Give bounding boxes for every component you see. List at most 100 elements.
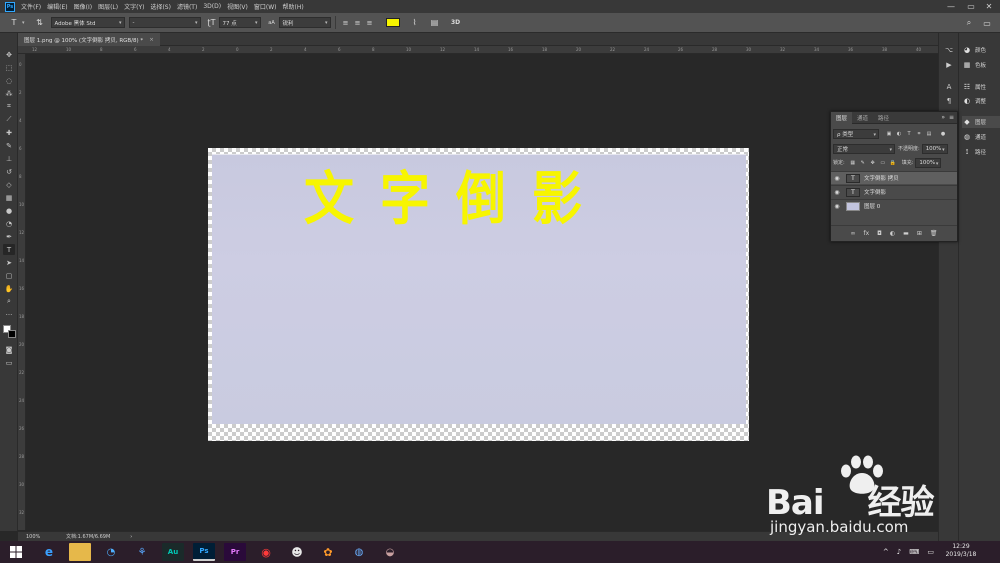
- history-brush-icon[interactable]: ↺: [3, 166, 15, 177]
- browser-icon[interactable]: ◔: [100, 543, 122, 561]
- layer-filter-select[interactable]: ρ 类型 ▾: [833, 128, 879, 139]
- dock-adjustments[interactable]: ◐ 调整: [962, 95, 1000, 107]
- tab-channels[interactable]: 通道: [852, 112, 873, 124]
- quick-mask-icon[interactable]: ◙: [3, 344, 15, 355]
- photoshop-logo[interactable]: Ps: [5, 1, 15, 12]
- filter-type-icon[interactable]: T: [905, 130, 913, 138]
- lock-all-icon[interactable]: 🔒: [889, 159, 897, 167]
- background-color-swatch[interactable]: [8, 330, 16, 338]
- stamp-tool-icon[interactable]: ⊥: [3, 153, 15, 164]
- close-tab-icon[interactable]: ×: [149, 37, 154, 43]
- character-panel-icon[interactable]: ▤: [428, 16, 442, 30]
- layer-name[interactable]: 图层 0: [864, 202, 880, 210]
- maximize-button[interactable]: ▭: [962, 0, 980, 13]
- menu-select[interactable]: 选择(S): [150, 2, 171, 11]
- align-center-icon[interactable]: ≡: [352, 16, 364, 30]
- marquee-tool-icon[interactable]: ⬚: [3, 62, 15, 73]
- notification-icon[interactable]: ▭: [927, 548, 934, 556]
- app-icon[interactable]: ◍: [348, 543, 370, 561]
- visibility-eye-icon[interactable]: ◉: [831, 175, 843, 182]
- qq-icon[interactable]: ☻: [286, 543, 308, 561]
- quick-select-tool-icon[interactable]: ⁂: [3, 88, 15, 99]
- start-button[interactable]: [6, 543, 26, 561]
- align-right-icon[interactable]: ≡: [364, 16, 376, 30]
- premiere-app-icon[interactable]: Pr: [224, 543, 246, 561]
- filter-toggle-icon[interactable]: ●: [939, 130, 947, 138]
- audition-app-icon[interactable]: Au: [162, 543, 184, 561]
- dock-swatches[interactable]: ▦ 色板: [962, 59, 1000, 71]
- more-tools-icon[interactable]: ···: [3, 309, 15, 320]
- dodge-tool-icon[interactable]: ◔: [3, 218, 15, 229]
- brush-tool-icon[interactable]: ✎: [3, 140, 15, 151]
- font-style-select[interactable]: - ▾: [128, 17, 201, 28]
- photoshop-app-icon[interactable]: Ps: [193, 543, 215, 561]
- link-icon[interactable]: ∞: [851, 230, 856, 237]
- warp-text-icon[interactable]: ⌇: [408, 16, 422, 30]
- keyboard-icon[interactable]: ⌨: [909, 548, 919, 556]
- shape-tool-icon[interactable]: ▢: [3, 270, 15, 281]
- folder-icon[interactable]: ▬: [903, 230, 909, 237]
- menu-view[interactable]: 视图(V): [227, 2, 248, 11]
- filter-shape-icon[interactable]: ⌗: [915, 130, 923, 138]
- media-app-icon[interactable]: ◒: [379, 543, 401, 561]
- layer-item[interactable]: ◉ T 文字倒影: [831, 185, 957, 198]
- lock-artboard-icon[interactable]: ▭: [879, 159, 887, 167]
- file-explorer-icon[interactable]: [69, 543, 91, 561]
- taskbar-clock[interactable]: 12:29 2019/3/18: [938, 543, 984, 561]
- lock-pixels-icon[interactable]: ✎: [859, 159, 867, 167]
- filter-adjust-icon[interactable]: ◐: [895, 130, 903, 138]
- uc-browser-icon[interactable]: ✿: [317, 543, 339, 561]
- workspace-icon[interactable]: ▭: [980, 16, 994, 30]
- cloud-drive-icon[interactable]: ⚘: [131, 543, 153, 561]
- mask-icon[interactable]: ◘: [877, 230, 882, 237]
- font-family-select[interactable]: Adobe 黑体 Std ▾: [50, 17, 125, 28]
- menu-file[interactable]: 文件(F): [21, 2, 41, 11]
- play-actions-icon[interactable]: ▶: [943, 60, 955, 70]
- align-left-icon[interactable]: ≡: [340, 16, 352, 30]
- 3d-button[interactable]: 3D: [448, 16, 464, 30]
- trash-icon[interactable]: 🗑: [930, 230, 938, 237]
- opacity-input[interactable]: 100% ▾: [921, 143, 948, 154]
- type-tool-preset[interactable]: T: [6, 16, 22, 30]
- menu-edit[interactable]: 编辑(E): [47, 2, 67, 11]
- dock-channels[interactable]: ◍ 通道: [962, 131, 1000, 143]
- history-icon[interactable]: ⌥: [943, 45, 955, 55]
- netease-music-icon[interactable]: ◉: [255, 543, 277, 561]
- canvas-text-layer[interactable]: 文字倒影: [304, 170, 608, 228]
- close-window-button[interactable]: ✕: [980, 0, 998, 13]
- tray-expand-icon[interactable]: ^: [883, 548, 889, 556]
- screen-mode-icon[interactable]: ▭: [3, 357, 15, 368]
- menu-layer[interactable]: 图层(L): [98, 2, 118, 11]
- path-select-tool-icon[interactable]: ➤: [3, 257, 15, 268]
- hand-tool-icon[interactable]: ✋: [3, 283, 15, 294]
- eraser-tool-icon[interactable]: ◇: [3, 179, 15, 190]
- adjustment-icon[interactable]: ◐: [890, 230, 895, 237]
- fill-input[interactable]: 100% ▾: [915, 157, 942, 168]
- menu-filter[interactable]: 滤镜(T): [177, 2, 197, 11]
- lock-transparency-icon[interactable]: ▦: [849, 159, 857, 167]
- blend-mode-select[interactable]: 正常 ▾: [833, 143, 895, 154]
- visibility-eye-icon[interactable]: ◉: [831, 189, 843, 196]
- healing-tool-icon[interactable]: ✚: [3, 127, 15, 138]
- menu-3d[interactable]: 3D(D): [203, 3, 221, 10]
- horizontal-ruler[interactable]: 12 10 8 6 4 2 0 2 4 6 8 10 12 14 16 18 20 22 24 26 28 30 32 34 3…: [18, 46, 938, 54]
- move-tool-icon[interactable]: ✥: [3, 49, 15, 60]
- document-canvas[interactable]: 文字倒影: [208, 148, 749, 441]
- lasso-tool-icon[interactable]: ◌: [3, 75, 15, 86]
- filter-pixel-icon[interactable]: ▣: [885, 130, 893, 138]
- layer-item[interactable]: ◉ T 文字倒影 拷贝: [831, 171, 957, 184]
- document-tab[interactable]: 图层 1.png @ 100% (文字倒影 拷贝, RGB/8) * ×: [18, 33, 160, 46]
- tab-layers[interactable]: 图层: [831, 111, 853, 124]
- fx-icon[interactable]: fx: [864, 230, 870, 237]
- zoom-tool-icon[interactable]: ⌕: [3, 296, 15, 307]
- crop-tool-icon[interactable]: ⌗: [3, 101, 15, 112]
- panel-menu-icon[interactable]: ≡: [949, 114, 954, 121]
- search-icon[interactable]: ⌕: [962, 16, 976, 30]
- layer-name[interactable]: 文字倒影: [864, 188, 886, 196]
- zoom-level[interactable]: 100%: [26, 534, 66, 540]
- eyedropper-tool-icon[interactable]: ⟋: [3, 114, 15, 125]
- menu-type[interactable]: 文字(Y): [124, 2, 144, 11]
- pen-tool-icon[interactable]: ✒: [3, 231, 15, 242]
- ie-browser-icon[interactable]: e: [38, 543, 60, 561]
- collapse-panel-icon[interactable]: »: [941, 114, 945, 121]
